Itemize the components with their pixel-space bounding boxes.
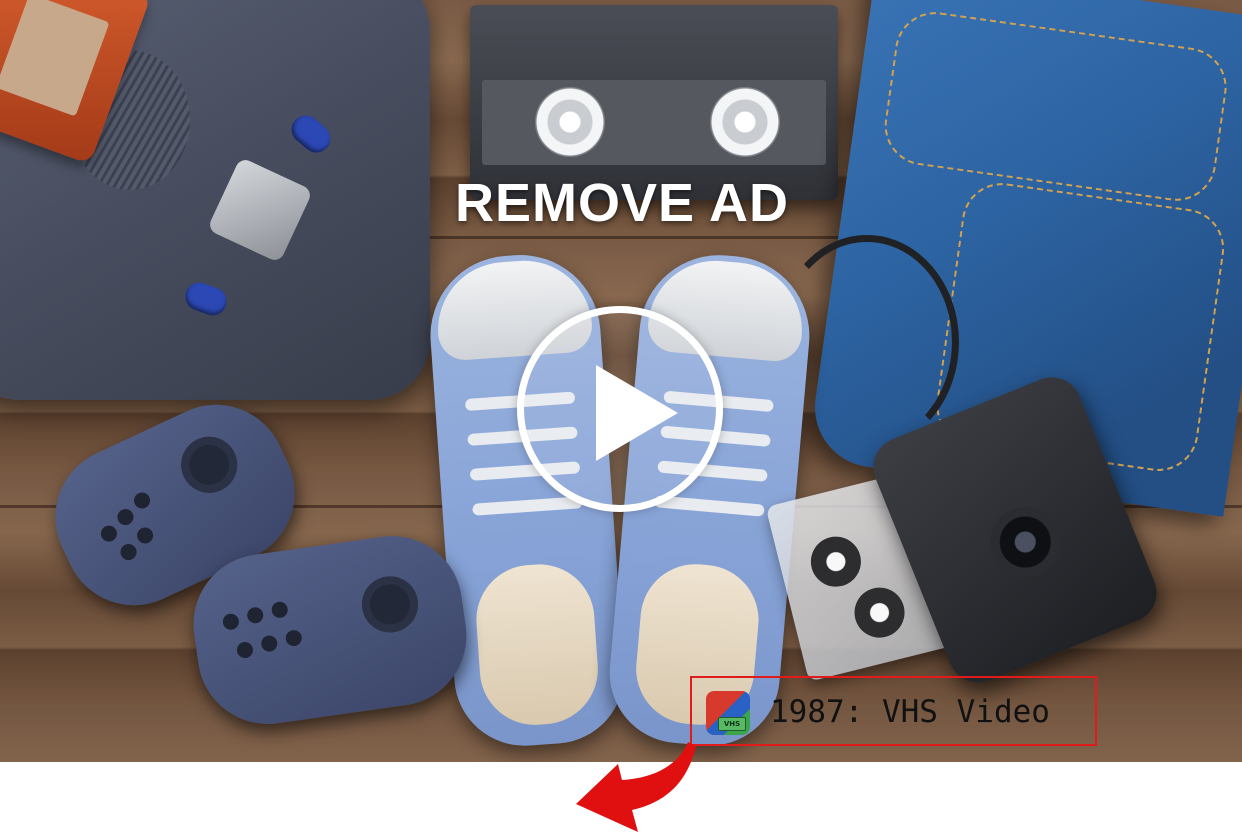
red-arrow-icon — [576, 742, 696, 832]
vhs-app-icon-tag: VHS — [718, 717, 746, 731]
game-console-image — [0, 0, 430, 400]
remove-ad-button[interactable]: REMOVE AD — [422, 172, 822, 234]
vhs-app-icon: VHS — [706, 691, 750, 735]
play-icon — [596, 365, 678, 461]
app-title[interactable]: 1987: VHS Video — [770, 694, 1050, 730]
play-video-button[interactable] — [517, 306, 723, 512]
app-link-highlight[interactable]: VHS 1987: VHS Video — [690, 676, 1097, 746]
vhs-cassette-image — [470, 5, 838, 200]
